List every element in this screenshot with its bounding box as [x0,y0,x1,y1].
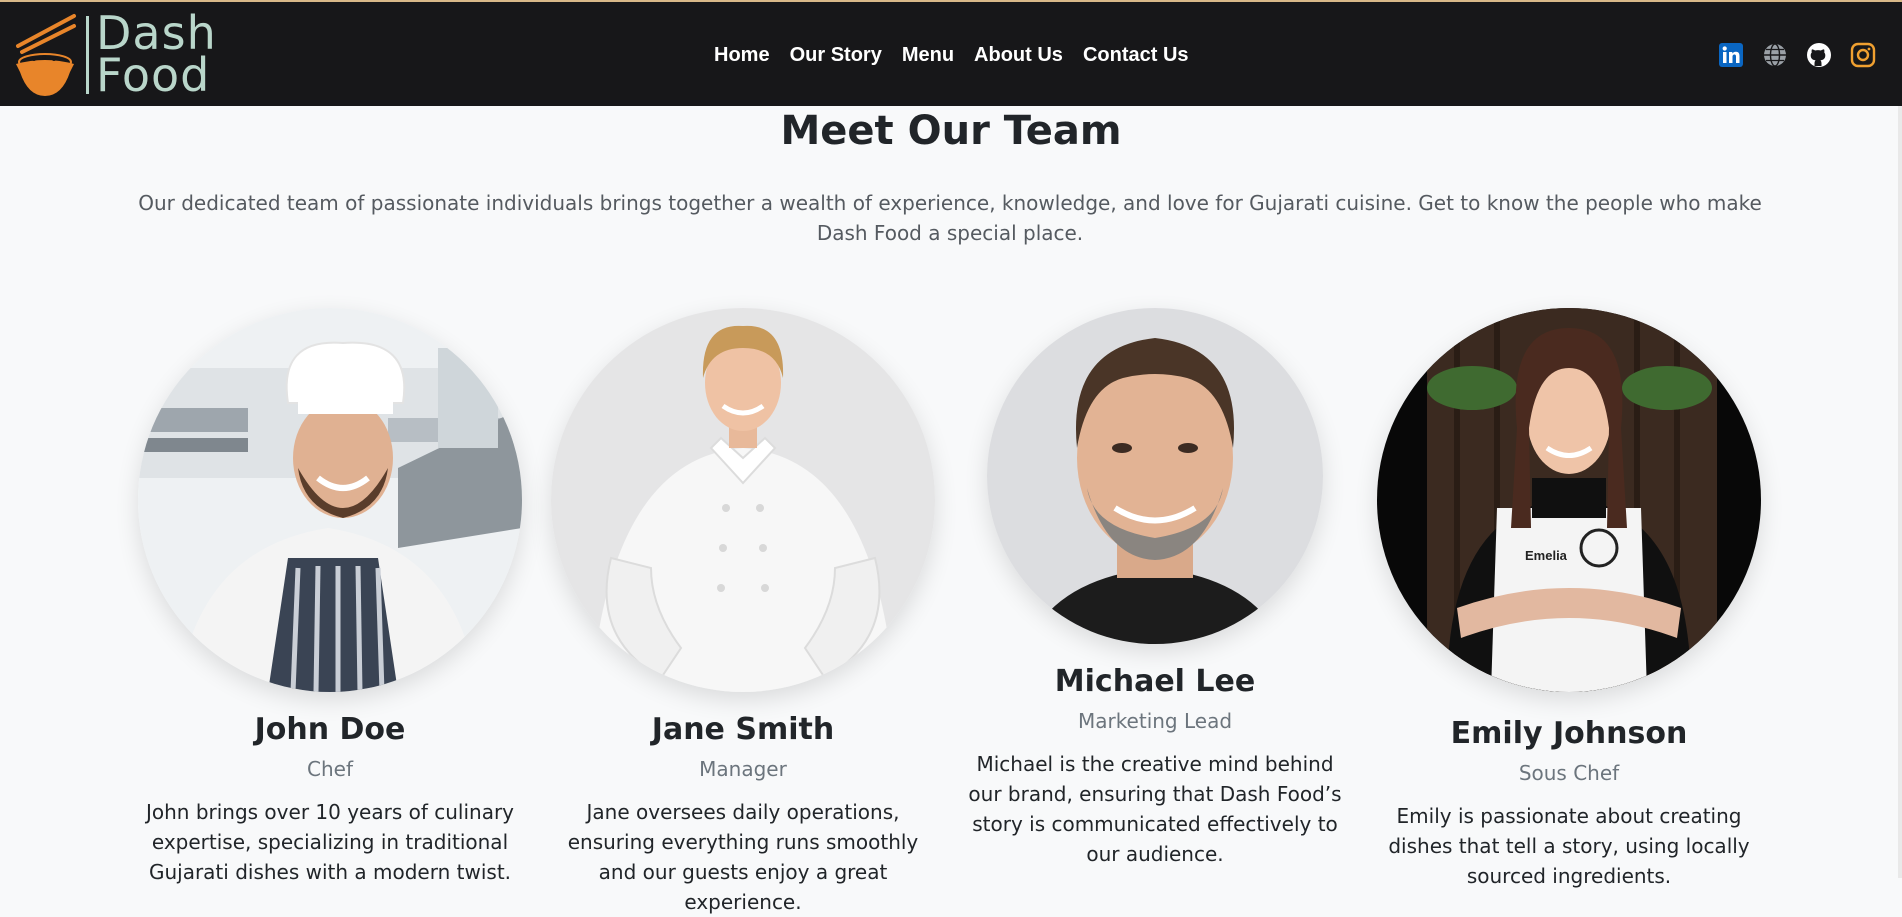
member-photo [987,308,1323,644]
linkedin-icon[interactable] [1718,42,1744,68]
nav-contact-us[interactable]: Contact Us [1083,44,1189,67]
team-member-card: John Doe Chef John brings over 10 years … [120,308,540,887]
team-member-card: Emelia Emily Johnson Sous Chef Emily is … [1359,308,1779,891]
brand-name: Dash Food [96,10,217,102]
member-name: Michael Lee [1054,664,1256,699]
apron-name-label: Emelia [1525,548,1568,563]
nav-home[interactable]: Home [714,44,770,67]
main-nav: Home Our Story Menu About Us Contact Us [714,44,1209,67]
member-name: Emily Johnson [1450,716,1688,751]
member-role: Manager [699,757,787,781]
team-member-card: Michael Lee Marketing Lead Michael is th… [945,308,1365,869]
logo-divider [86,16,89,94]
nav-menu[interactable]: Menu [902,44,954,67]
nav-about-us[interactable]: About Us [974,44,1063,67]
section-intro: Our dedicated team of passionate individ… [138,191,1762,245]
team-member-card: Jane Smith Manager Jane oversees daily o… [533,308,953,917]
member-role: Sous Chef [1518,761,1620,785]
rice-bowl-icon [16,14,76,96]
navbar: Dash Food Home Our Story Menu About Us C… [0,2,1902,106]
member-bio: Jane oversees daily operations, ensuring… [567,800,919,914]
globe-icon[interactable] [1762,42,1788,68]
member-photo [138,308,522,692]
social-links [1718,42,1876,68]
brand-line-2: Food [96,48,211,102]
nav-our-story[interactable]: Our Story [790,44,882,67]
member-role: Marketing Lead [1077,709,1233,733]
member-photo: Emelia [1377,308,1761,692]
instagram-icon[interactable] [1850,42,1876,68]
member-photo [551,308,935,692]
member-bio: Michael is the creative mind behind our … [968,752,1342,866]
member-name: Jane Smith [651,712,835,747]
member-bio: John brings over 10 years of culinary ex… [145,800,515,884]
brand-logo[interactable]: Dash Food [12,10,216,98]
section-title: Meet Our Team [780,108,1122,154]
member-name: John Doe [254,712,406,747]
member-role: Chef [307,757,353,781]
scrollbar[interactable] [1898,106,1902,878]
github-icon[interactable] [1806,42,1832,68]
